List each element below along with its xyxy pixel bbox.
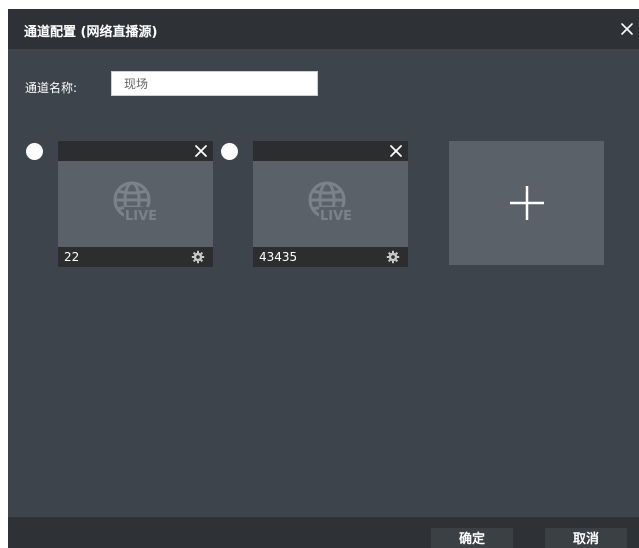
cancel-button[interactable]: 取消 (545, 528, 627, 548)
source-card-footer: 22 (58, 247, 213, 267)
source-radio-1[interactable] (26, 143, 43, 160)
dialog-titlebar: 通道配置 (网络直播源) (8, 9, 639, 49)
ok-button[interactable]: 确定 (431, 528, 513, 548)
plus-icon (510, 186, 544, 220)
dialog-title: 通道配置 (网络直播源) (24, 25, 158, 40)
source-card[interactable]: LIVE 43435 (253, 141, 408, 267)
gear-icon[interactable] (386, 250, 400, 264)
channel-name-label: 通道名称: (25, 81, 78, 95)
source-name: 22 (64, 250, 80, 264)
source-name: 43435 (259, 250, 298, 264)
remove-source-icon[interactable] (388, 143, 404, 159)
close-icon (621, 23, 633, 35)
gear-icon[interactable] (191, 250, 205, 264)
source-card[interactable]: LIVE 22 (58, 141, 213, 267)
svg-text:LIVE: LIVE (125, 209, 157, 224)
add-source-button[interactable] (449, 141, 604, 265)
live-globe-icon: LIVE (308, 181, 355, 224)
channel-name-input[interactable] (111, 71, 318, 96)
source-thumbnail: LIVE (253, 161, 408, 247)
channel-config-dialog: 通道配置 (网络直播源) 通道名称: 现场 LIVE 22 LIVE 43435… (8, 9, 639, 548)
source-card-header (253, 141, 408, 161)
source-card-footer: 43435 (253, 247, 408, 267)
source-thumbnail: LIVE (58, 161, 213, 247)
source-radio-2[interactable] (221, 143, 238, 160)
close-button[interactable] (615, 17, 639, 41)
dialog-footer: 确定 取消 (8, 517, 639, 548)
source-card-header (58, 141, 213, 161)
live-globe-icon: LIVE (113, 181, 160, 224)
svg-text:LIVE: LIVE (320, 209, 352, 224)
remove-source-icon[interactable] (193, 143, 209, 159)
